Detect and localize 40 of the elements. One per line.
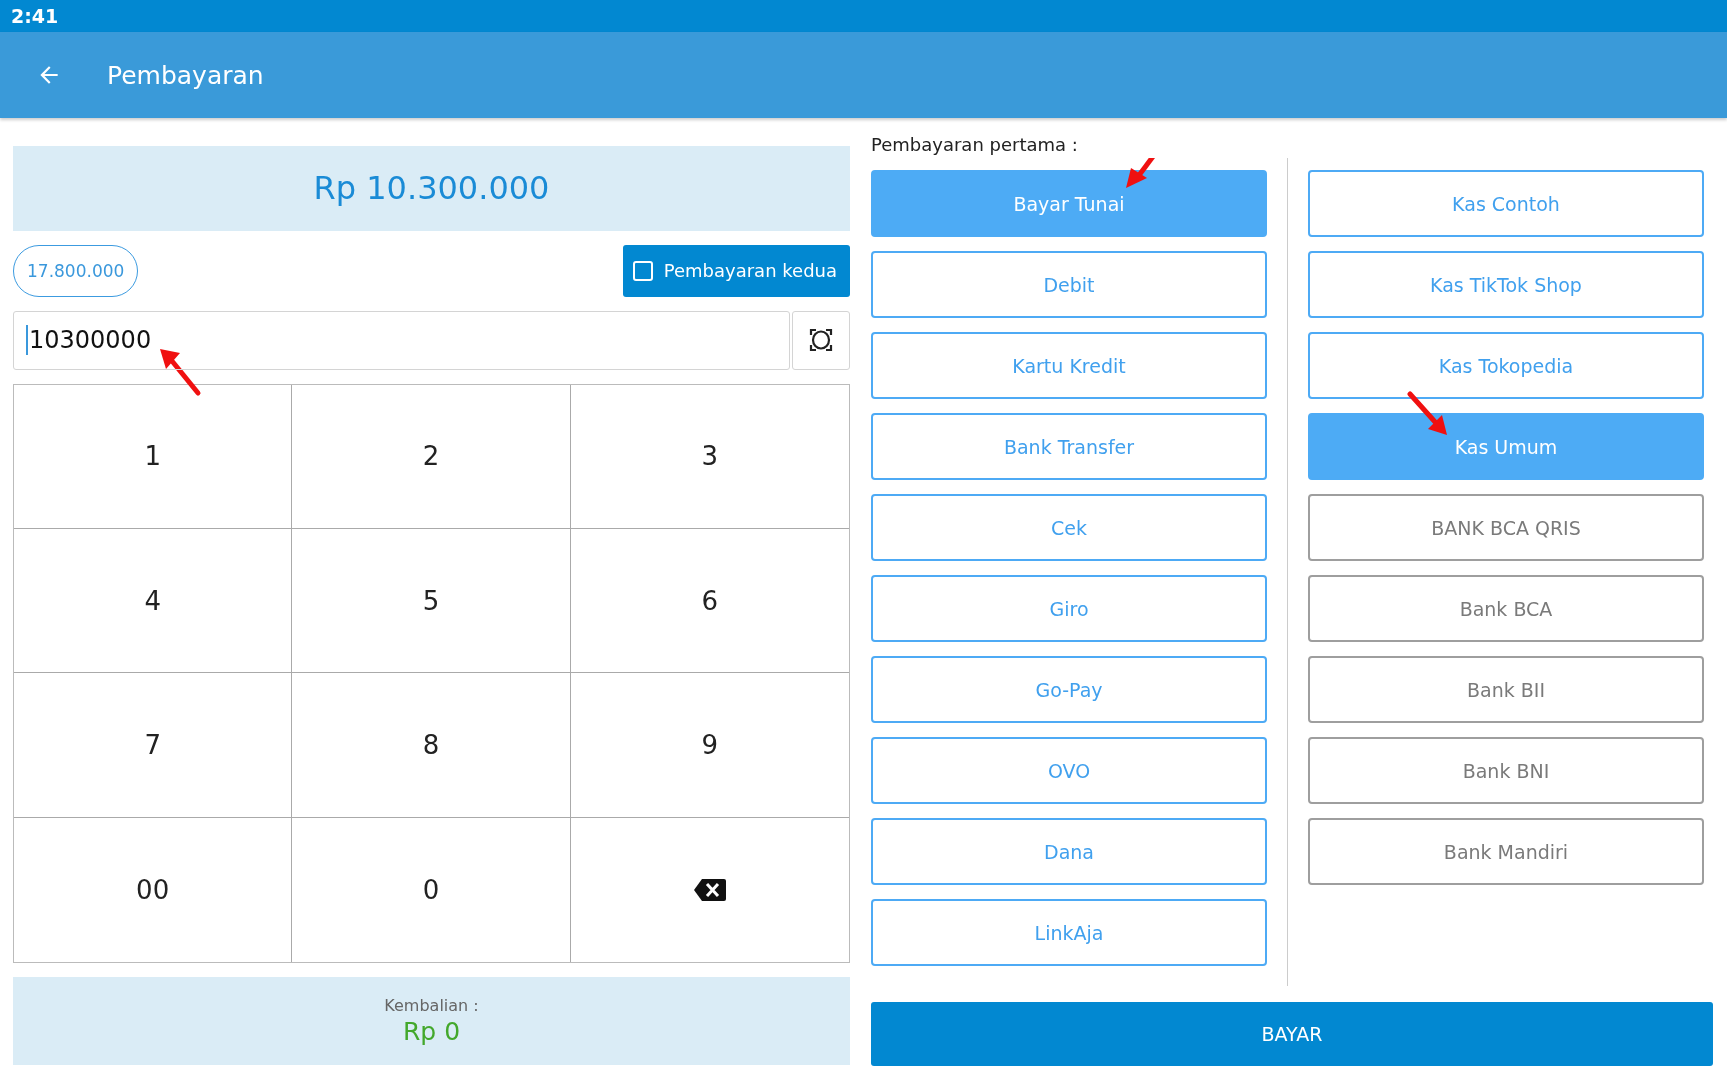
payment-option-button[interactable]: Go-Pay xyxy=(871,656,1267,723)
payment-option-button[interactable]: Giro xyxy=(871,575,1267,642)
payment-option-button[interactable]: Bank Mandiri xyxy=(1308,818,1704,885)
payment-option-button[interactable]: BANK BCA QRIS xyxy=(1308,494,1704,561)
backspace-icon xyxy=(692,877,727,902)
amount-suggestion-chip[interactable]: 17.800.000 xyxy=(13,244,139,297)
payment-option-button[interactable]: Kas Umum xyxy=(1308,413,1704,480)
keypad-key[interactable]: 5 xyxy=(292,529,571,674)
scan-button[interactable] xyxy=(792,310,850,370)
status-time: 2:41 xyxy=(11,5,59,27)
payment-option-button[interactable]: Debit xyxy=(871,251,1267,318)
payment-option-button[interactable]: Dana xyxy=(871,818,1267,885)
payment-option-button[interactable]: Bank BCA xyxy=(1308,575,1704,642)
payment-option-button[interactable]: Bank Transfer xyxy=(871,413,1267,480)
keypad-key[interactable]: 8 xyxy=(292,673,571,818)
payment-option-button[interactable]: Kas Contoh xyxy=(1308,170,1704,237)
checkbox[interactable] xyxy=(632,260,653,281)
payment-option-button[interactable]: OVO xyxy=(871,737,1267,804)
payment-option-button[interactable]: Bank BII xyxy=(1308,656,1704,723)
screen-title: Pembayaran xyxy=(107,60,264,90)
scan-icon xyxy=(809,328,833,353)
payment-option-button[interactable]: Cek xyxy=(871,494,1267,561)
payment-option-button[interactable]: Kas Tokopedia xyxy=(1308,332,1704,399)
keypad-key[interactable]: 2 xyxy=(292,384,571,530)
change-amount: Rp 0 xyxy=(402,1017,461,1047)
change-label: Kembalian : xyxy=(384,996,479,1016)
total-amount: Rp 10.300.000 xyxy=(313,169,550,208)
payment-option-button[interactable]: Bayar Tunai xyxy=(871,170,1267,237)
amount-input-field[interactable]: 10300000 xyxy=(13,310,790,370)
keypad-key[interactable]: 7 xyxy=(14,673,293,818)
first-payment-label: Pembayaran pertama : xyxy=(871,133,1079,157)
second-payment-toggle[interactable]: Pembayaran kedua xyxy=(622,244,850,297)
amount-value: 10300000 xyxy=(29,326,152,355)
pay-button[interactable]: BAYAR xyxy=(871,1002,1713,1066)
keypad-key[interactable]: 1 xyxy=(14,384,293,530)
payment-option-button[interactable]: LinkAja xyxy=(871,899,1267,966)
payment-option-button[interactable]: Kas TikTok Shop xyxy=(1308,251,1704,318)
payment-option-button[interactable]: Kartu Kredit xyxy=(871,332,1267,399)
payment-option-button[interactable]: Bank BNI xyxy=(1308,737,1704,804)
keypad-key[interactable]: 4 xyxy=(14,529,293,674)
